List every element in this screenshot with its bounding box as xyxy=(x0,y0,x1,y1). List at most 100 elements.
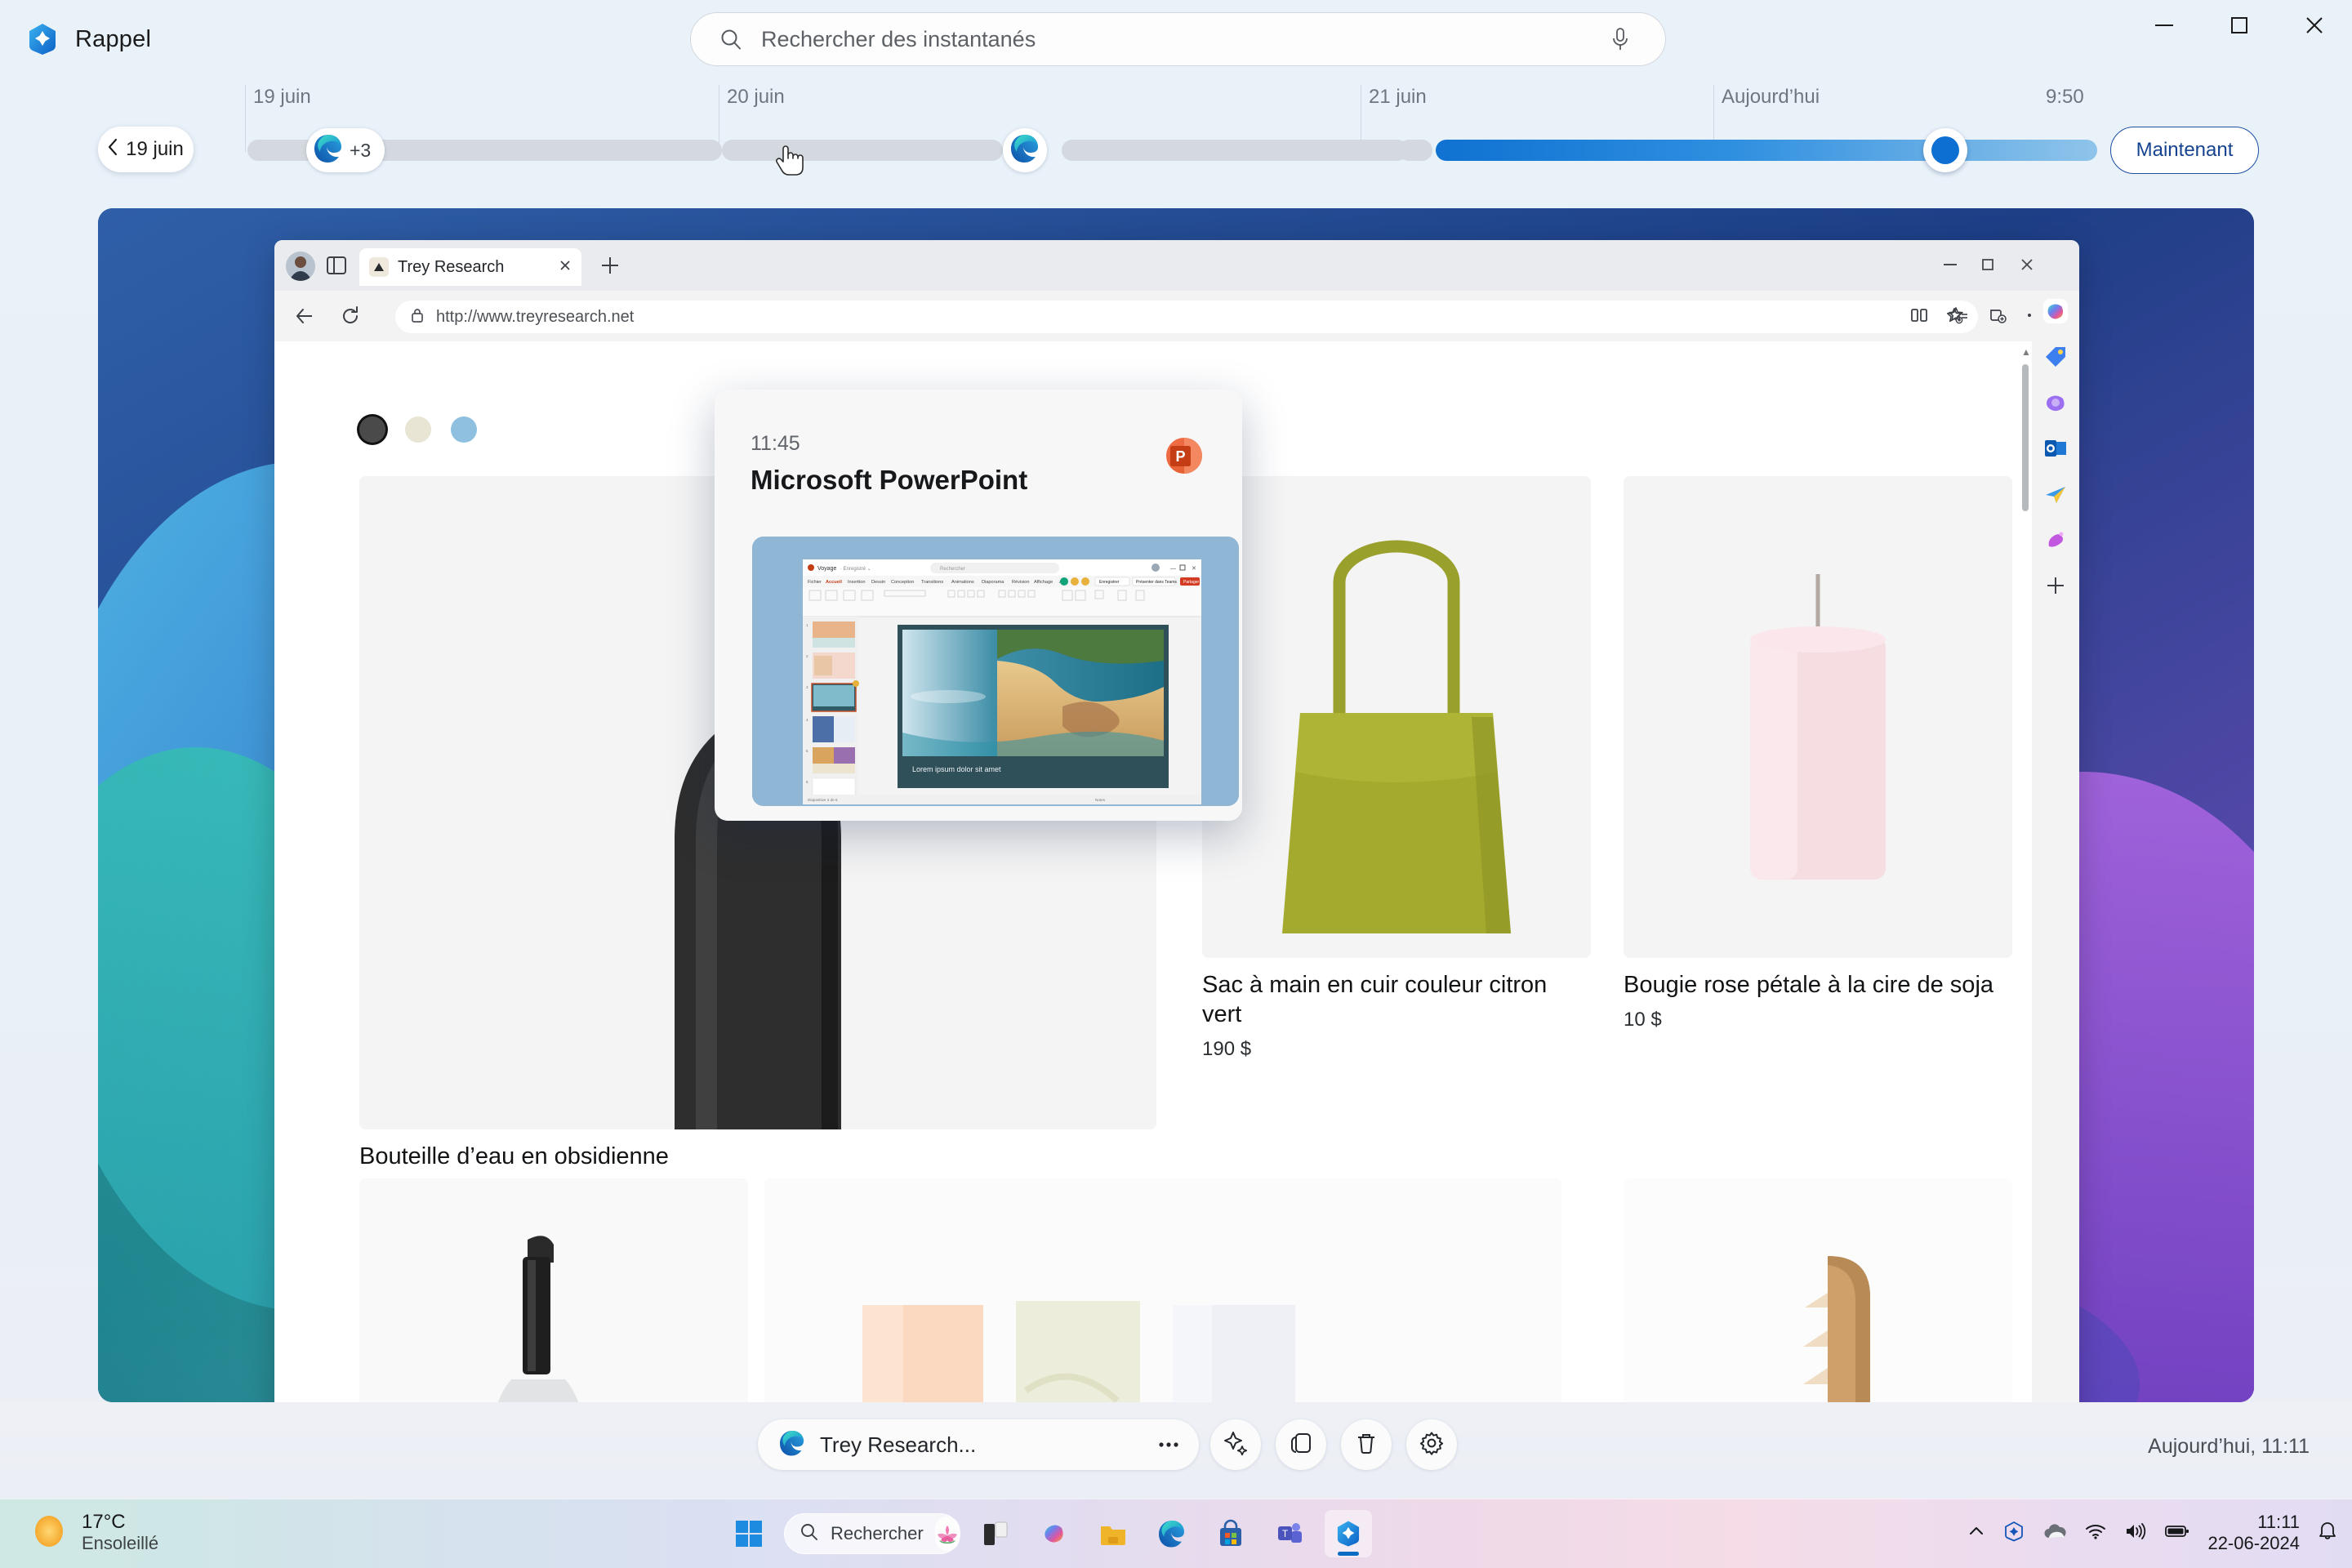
back-arrow-icon[interactable] xyxy=(294,305,315,331)
edge-icon[interactable] xyxy=(1148,1510,1196,1557)
browser-tab-trey-research[interactable]: Trey Research xyxy=(359,248,581,286)
timeline-app-marker-edge[interactable]: +3 xyxy=(306,128,385,172)
search-bar[interactable] xyxy=(690,12,1666,66)
taskbar-clock[interactable]: 11:11 22-06-2024 xyxy=(2207,1512,2300,1554)
now-button[interactable]: Maintenant xyxy=(2110,127,2259,174)
store-icon[interactable] xyxy=(1207,1510,1254,1557)
lotus-icon[interactable] xyxy=(934,1517,960,1551)
bell-icon[interactable] xyxy=(2318,1521,2337,1546)
titlebar: Rappel xyxy=(0,0,2352,78)
taskbar-search-box[interactable]: Rechercher xyxy=(784,1513,960,1554)
timeline-segment[interactable] xyxy=(1362,140,1390,161)
more-options-icon[interactable] xyxy=(1158,1437,1179,1452)
analyze-button[interactable] xyxy=(1210,1419,1261,1470)
product-card-brush[interactable] xyxy=(1624,1178,2012,1402)
timeline-tick xyxy=(245,85,246,152)
folder-icon[interactable] xyxy=(1089,1510,1137,1557)
snapshot-viewport[interactable]: Trey Research http://www.treyresearch.ne… xyxy=(98,208,2254,1402)
tab-list-icon[interactable] xyxy=(325,254,348,281)
avatar-icon[interactable] xyxy=(286,252,315,281)
image-creator-icon[interactable] xyxy=(2042,526,2069,554)
svg-text:P: P xyxy=(1175,448,1185,465)
product-name: Bouteille d’eau en obsidienne xyxy=(359,1143,669,1169)
windows-start-icon[interactable] xyxy=(725,1510,773,1557)
sparkle-icon xyxy=(1223,1430,1249,1460)
svg-text:· Enregistré ⌄: · Enregistré ⌄ xyxy=(840,567,871,572)
svg-text:T: T xyxy=(1282,1528,1289,1539)
timeline-segment[interactable] xyxy=(722,140,1003,161)
scroll-up-arrow-icon[interactable]: ▲ xyxy=(2021,346,2031,358)
recall-tray-icon[interactable] xyxy=(2003,1521,2025,1546)
new-tab-button[interactable] xyxy=(599,255,621,280)
color-swatch-group[interactable] xyxy=(359,416,477,443)
battery-icon[interactable] xyxy=(2165,1524,2189,1543)
games-icon[interactable] xyxy=(2042,480,2069,508)
snapshot-action-bar: Trey Research... Aujourd’hui, 11:11 xyxy=(0,1402,2352,1499)
collections-icon[interactable] xyxy=(1988,305,2007,329)
timeline-scrubber-handle[interactable] xyxy=(1923,128,1967,172)
product-card-lotion[interactable] xyxy=(359,1178,748,1402)
close-button[interactable] xyxy=(2277,0,2352,51)
shopping-tag-icon[interactable] xyxy=(2042,343,2069,371)
scrollbar-thumb[interactable] xyxy=(2022,364,2029,511)
microphone-icon[interactable] xyxy=(1608,25,1633,53)
svg-text:✕: ✕ xyxy=(1192,566,1196,572)
settings-button[interactable] xyxy=(1406,1419,1457,1470)
add-icon[interactable] xyxy=(2042,572,2069,599)
search-icon xyxy=(719,27,743,51)
timeline-segment[interactable] xyxy=(359,140,722,161)
search-input[interactable] xyxy=(761,26,1608,52)
reload-icon[interactable] xyxy=(340,305,361,331)
outlook-icon[interactable] xyxy=(2042,434,2069,462)
close-icon[interactable] xyxy=(559,259,572,276)
svg-text:Révision: Révision xyxy=(1012,580,1029,585)
snapshot-timestamp: Aujourd’hui, 11:11 xyxy=(2148,1435,2310,1458)
split-screen-icon[interactable] xyxy=(1909,305,1929,329)
timeline-segment[interactable] xyxy=(1398,140,1432,161)
timeline-extra-count: +3 xyxy=(350,139,372,161)
timeline-label-aujourdhui: Aujourd’hui xyxy=(1722,86,1820,108)
onedrive-icon[interactable] xyxy=(2042,1521,2067,1545)
minimize-button[interactable] xyxy=(2127,0,2202,51)
snapshot-app-chip[interactable]: Trey Research... xyxy=(758,1419,1199,1470)
copy-button[interactable] xyxy=(1276,1419,1326,1470)
task-view-icon[interactable] xyxy=(972,1510,1019,1557)
volume-icon[interactable] xyxy=(2124,1522,2147,1544)
svg-text:Lorem ipsum dolor sit amet: Lorem ipsum dolor sit amet xyxy=(912,765,1001,773)
teams-icon[interactable]: T xyxy=(1266,1510,1313,1557)
color-swatch-blue[interactable] xyxy=(451,416,477,443)
chevron-up-icon[interactable] xyxy=(1967,1522,1985,1544)
edge-sidebar[interactable] xyxy=(2032,291,2079,1402)
color-swatch-black[interactable] xyxy=(359,416,385,443)
product-card-candle[interactable]: Bougie rose pétale à la cire de soja 10 … xyxy=(1624,476,2012,1031)
address-bar[interactable]: http://www.treyresearch.net xyxy=(395,301,1978,333)
color-swatch-cream[interactable] xyxy=(405,416,431,443)
product-price: 190 $ xyxy=(1202,1037,1252,1060)
favorites-list-icon[interactable] xyxy=(1949,305,1968,329)
taskbar-search-placeholder: Rechercher xyxy=(831,1523,924,1544)
copilot-icon[interactable] xyxy=(2042,389,2069,416)
product-card-handbag[interactable]: Sac à main en cuir couleur citron vert 1… xyxy=(1202,476,1591,1061)
timeline-segment-active[interactable] xyxy=(1436,140,2097,161)
timeline-back-button[interactable]: 19 juin xyxy=(98,127,194,172)
taskbar-weather-widget[interactable]: 17°C Ensoleillé xyxy=(18,1509,263,1557)
wooden-brush-image xyxy=(1624,1178,2012,1402)
svg-text:Voyage: Voyage xyxy=(817,566,836,572)
delete-button[interactable] xyxy=(1341,1419,1392,1470)
minimize-icon[interactable] xyxy=(1934,248,1967,281)
svg-text:—: — xyxy=(1170,566,1176,572)
copilot-icon[interactable] xyxy=(2042,297,2069,325)
snapshot-preview-card[interactable]: 11:45 Microsoft PowerPoint P Voyage · En… xyxy=(715,390,1242,821)
recall-logo-icon[interactable] xyxy=(1325,1510,1372,1557)
maximize-icon[interactable] xyxy=(1971,248,2004,281)
timeline-app-marker-edge-2[interactable] xyxy=(1003,128,1047,172)
close-icon[interactable] xyxy=(2011,248,2043,281)
wifi-icon[interactable] xyxy=(2085,1522,2106,1544)
product-card-soap[interactable] xyxy=(764,1178,1561,1402)
timeline-segment[interactable] xyxy=(1062,140,1408,161)
page-scrollbar[interactable]: ▲ ▼ xyxy=(2019,345,2032,1402)
copilot-icon[interactable] xyxy=(1031,1510,1078,1557)
maximize-button[interactable] xyxy=(2202,0,2277,51)
app-title: Rappel xyxy=(75,26,152,52)
gear-icon xyxy=(1419,1431,1444,1459)
